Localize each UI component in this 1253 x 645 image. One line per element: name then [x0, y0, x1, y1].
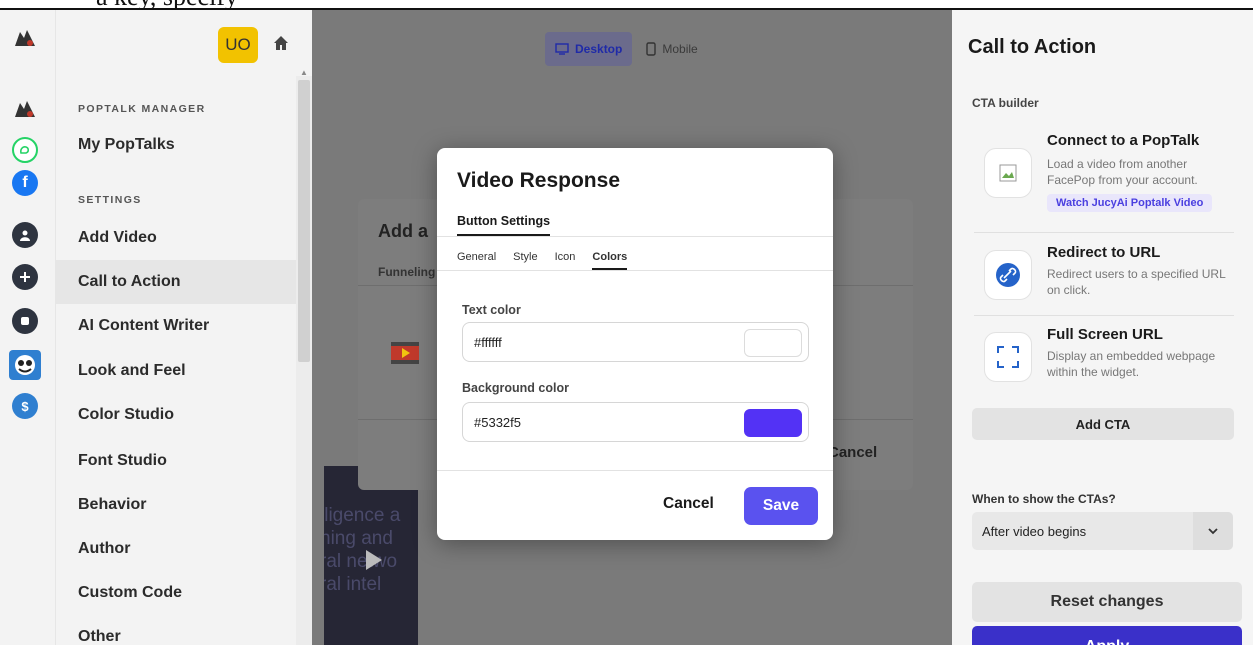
video-text-overlay: lligence a ning and ral netwo ral intel	[324, 505, 401, 595]
poptalk-logo-icon[interactable]	[10, 26, 40, 50]
background-color-swatch[interactable]	[744, 409, 802, 437]
whatsapp-icon[interactable]	[12, 137, 38, 163]
background-color-value[interactable]: #5332f5	[474, 415, 521, 430]
tab-funneling[interactable]: Funneling	[378, 265, 435, 279]
view-toggle: Desktop Mobile	[545, 32, 708, 66]
add-circle-icon[interactable]	[12, 264, 38, 290]
settings-sidebar: UO POPTALK MANAGER My PopTalks SETTINGS …	[56, 10, 312, 645]
chevron-down-icon[interactable]	[1193, 512, 1233, 550]
app-rail: f $	[0, 10, 56, 645]
cta-panel: Call to Action CTA builder Connect to a …	[952, 10, 1253, 645]
user-circle-icon[interactable]	[12, 222, 38, 248]
cta-connect-poptalk[interactable]: Connect to a PopTalk Load a video from a…	[974, 130, 1234, 238]
sidebar-item-call-to-action[interactable]: Call to Action	[56, 260, 298, 304]
fullscreen-icon	[984, 332, 1032, 382]
section-poptalk-manager: POPTALK MANAGER	[78, 103, 206, 115]
sidebar-header: UO	[56, 10, 312, 78]
reset-changes-button[interactable]: Reset changes	[972, 582, 1242, 622]
mascot-icon[interactable]	[9, 350, 41, 380]
app-circle-icon[interactable]	[12, 308, 38, 334]
sidebar-scroll-thumb[interactable]	[298, 80, 310, 362]
cta-redirect-url[interactable]: Redirect to URL Redirect users to a spec…	[974, 242, 1234, 320]
play-icon[interactable]	[366, 550, 382, 570]
home-icon[interactable]	[272, 34, 292, 54]
mobile-label: Mobile	[662, 42, 698, 56]
mobile-icon	[646, 42, 657, 56]
apply-button[interactable]: Apply	[972, 626, 1242, 645]
text-color-label: Text color	[462, 303, 521, 317]
when-to-show-value[interactable]: After video begins	[982, 524, 1086, 539]
save-button[interactable]: Save	[744, 487, 818, 525]
cta-title: Connect to a PopTalk	[1047, 132, 1200, 149]
poptalk-logo-icon[interactable]	[10, 97, 40, 121]
sidebar-item-font-studio[interactable]: Font Studio	[56, 439, 298, 483]
cta-description: Redirect users to a specified URL on cli…	[1047, 267, 1226, 297]
when-to-show-label: When to show the CTAs?	[972, 492, 1116, 506]
cta-full-screen-url[interactable]: Full Screen URL Display an embedded webp…	[974, 324, 1234, 402]
tab-style[interactable]: Style	[513, 244, 537, 270]
sidebar-item-color-studio[interactable]: Color Studio	[56, 393, 298, 437]
tab-general[interactable]: General	[457, 244, 496, 270]
sidebar-item-author[interactable]: Author	[56, 527, 298, 571]
button-settings-tabs: General Style Icon Colors	[457, 244, 628, 270]
sidebar-item-ai-content-writer[interactable]: AI Content Writer	[56, 304, 298, 348]
sidebar-item-custom-code[interactable]: Custom Code	[56, 571, 298, 615]
text-color-field[interactable]: #ffffff	[462, 322, 809, 362]
desktop-view-button[interactable]: Desktop	[545, 32, 633, 66]
sidebar-item-other[interactable]: Other	[56, 615, 298, 645]
background-color-field[interactable]: #5332f5	[462, 402, 809, 442]
link-icon	[984, 250, 1032, 300]
facebook-icon[interactable]: f	[12, 170, 38, 196]
tab-icon[interactable]: Icon	[555, 244, 576, 270]
background-color-label: Background color	[462, 381, 569, 395]
mobile-view-button[interactable]: Mobile	[636, 32, 707, 66]
cta-title: Redirect to URL	[1047, 244, 1161, 261]
cta-builder-label: CTA builder	[972, 96, 1039, 110]
add-cta-button[interactable]: Add CTA	[972, 408, 1234, 440]
sidebar-item-my-poptalks[interactable]: My PopTalks	[56, 123, 298, 167]
watch-video-link[interactable]: Watch JucyAi Poptalk Video	[1047, 194, 1213, 212]
modal-title: Video Response	[457, 169, 620, 192]
cta-description: Load a video from another FacePop from y…	[1047, 157, 1198, 187]
panel-title: Call to Action	[968, 36, 1097, 58]
divider	[974, 232, 1234, 233]
cta-description: Display an embedded webpage within the w…	[1047, 349, 1216, 379]
tab-button-settings[interactable]: Button Settings	[457, 214, 551, 236]
sidebar-item-add-video[interactable]: Add Video	[56, 216, 298, 260]
text-color-value[interactable]: #ffffff	[474, 335, 502, 350]
divider	[437, 270, 833, 271]
cancel-button[interactable]: Cancel	[663, 495, 714, 513]
cta-title: Full Screen URL	[1047, 326, 1163, 343]
dollar-circle-icon[interactable]: $	[12, 393, 38, 419]
desktop-label: Desktop	[575, 42, 623, 56]
tab-colors[interactable]: Colors	[592, 244, 628, 270]
back-dialog-title: Add a	[378, 221, 429, 241]
text-color-swatch[interactable]	[744, 329, 802, 357]
sidebar-item-behavior[interactable]: Behavior	[56, 483, 298, 527]
divider	[974, 315, 1234, 316]
back-dialog-cancel-button[interactable]: Cancel	[828, 444, 877, 461]
avatar[interactable]: UO	[218, 27, 258, 63]
video-preview[interactable]: lligence a ning and ral netwo ral intel	[324, 466, 418, 645]
divider	[437, 470, 833, 471]
desktop-icon	[555, 43, 569, 55]
broken-image-icon	[984, 148, 1032, 198]
video-film-icon	[390, 339, 420, 367]
when-to-show-select[interactable]: After video begins	[972, 512, 1233, 550]
video-response-modal: Video Response Button Settings General S…	[437, 148, 833, 540]
divider	[437, 236, 833, 237]
section-settings: SETTINGS	[78, 194, 142, 206]
sidebar-item-look-and-feel[interactable]: Look and Feel	[56, 349, 298, 393]
